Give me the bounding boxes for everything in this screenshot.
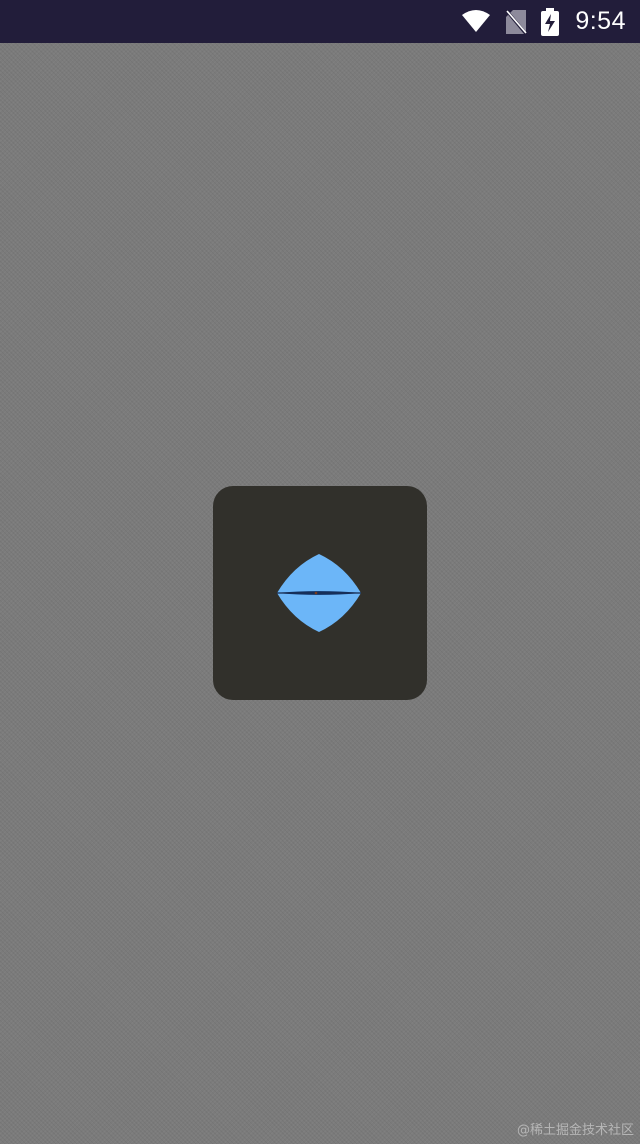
status-icons: 9:54	[461, 0, 626, 43]
main-area	[0, 43, 640, 1144]
watermark: @稀土掘金技术社区	[516, 1123, 634, 1138]
loading-spinner-icon	[277, 554, 361, 632]
status-bar: 9:54	[0, 0, 640, 43]
wifi-icon	[461, 9, 491, 34]
no-sim-icon	[505, 8, 528, 35]
battery-charging-icon	[541, 7, 560, 36]
status-time: 9:54	[575, 7, 626, 35]
loading-dialog	[213, 486, 427, 700]
